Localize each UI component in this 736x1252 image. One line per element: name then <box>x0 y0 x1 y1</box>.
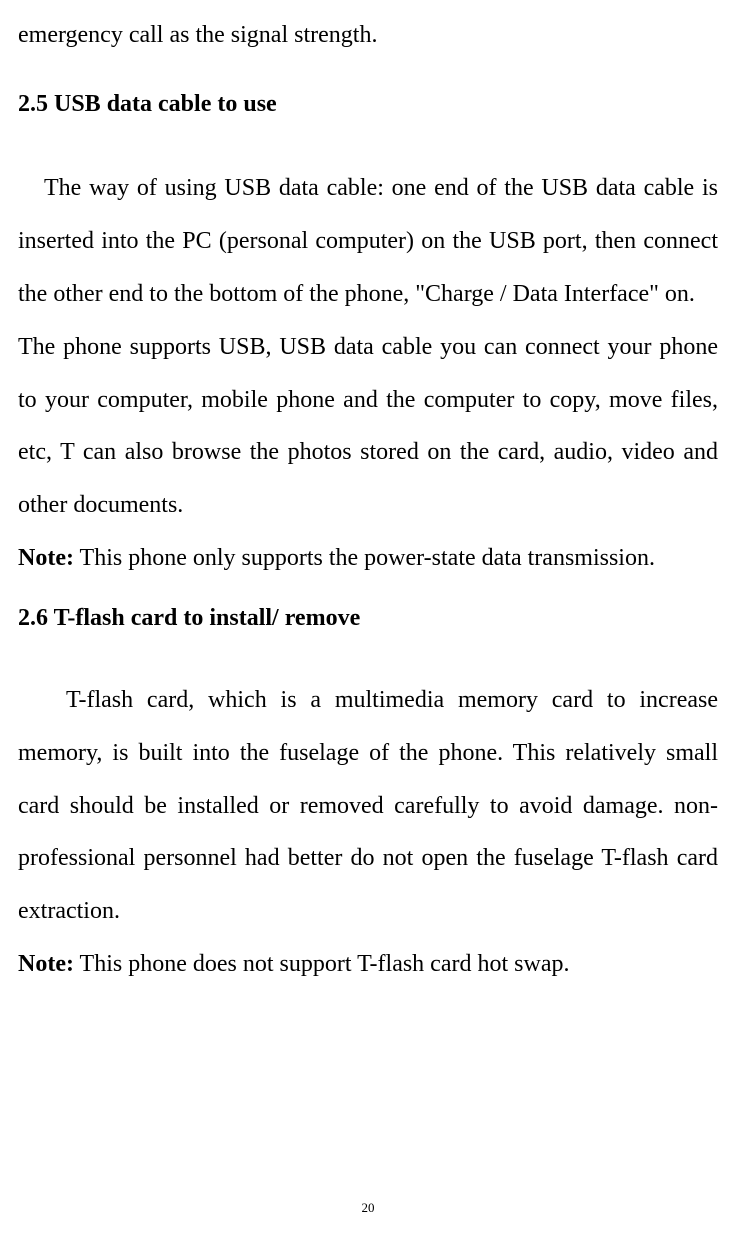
section26-note: Note: This phone does not support T-flas… <box>18 938 718 991</box>
page-number: 20 <box>0 1200 736 1216</box>
section26-para1: T-flash card, which is a multimedia memo… <box>18 674 718 938</box>
fragment-line: emergency call as the signal strength. <box>18 20 718 51</box>
note-label: Note: <box>18 545 74 571</box>
section25-para2: The phone supports USB, USB data cable y… <box>18 321 718 532</box>
section-heading-tflash: 2.6 T-flash card to install/ remove <box>18 603 718 634</box>
section-heading-usb: 2.5 USB data cable to use <box>18 89 718 120</box>
section26-para1-text: T-flash card, which is a multimedia memo… <box>18 687 718 924</box>
section25-note-text: This phone only supports the power-state… <box>74 545 655 571</box>
note-label-2: Note: <box>18 951 74 977</box>
section26-note-text: This phone does not support T-flash card… <box>74 951 570 977</box>
section25-para1: The way of using USB data cable: one end… <box>18 162 718 320</box>
section25-para1-text: The way of using USB data cable: one end… <box>18 175 718 307</box>
section25-note: Note: This phone only supports the power… <box>18 532 718 585</box>
